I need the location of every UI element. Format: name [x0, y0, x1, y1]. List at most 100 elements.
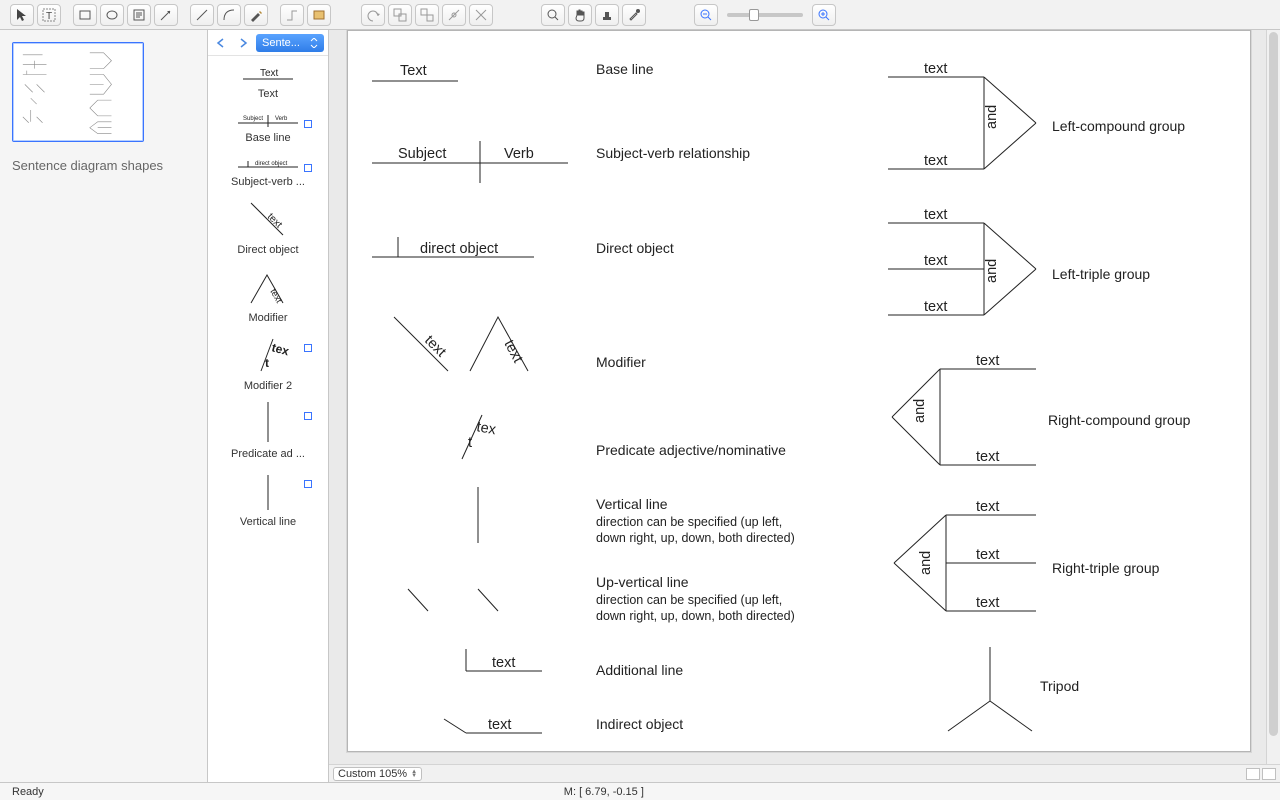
zoom-tool[interactable] — [541, 4, 565, 26]
svg-text:Direct object: Direct object — [596, 240, 674, 256]
svg-text:Additional line: Additional line — [596, 662, 683, 678]
svg-text:text: text — [500, 337, 525, 365]
page-thumbnail[interactable] — [12, 42, 144, 142]
svg-text:text: text — [976, 353, 999, 369]
group-button[interactable] — [388, 4, 412, 26]
shape-item-text[interactable]: Text Text — [208, 62, 328, 100]
shapes-back-button[interactable] — [212, 34, 230, 52]
svg-text:Left-compound group: Left-compound group — [1052, 118, 1185, 134]
svg-text:direct object: direct object — [255, 161, 288, 167]
shape-item-subjectverb[interactable]: direct object Subject-verb ... — [208, 150, 328, 188]
stamp-tool[interactable] — [307, 4, 331, 26]
arrow-tool[interactable] — [154, 4, 178, 26]
svg-text:Tripod: Tripod — [1040, 678, 1079, 694]
svg-text:text: text — [924, 299, 947, 315]
rect-tool[interactable] — [73, 4, 97, 26]
svg-text:text: text — [976, 547, 999, 563]
shape-label: Modifier — [248, 312, 287, 324]
status-ready: Ready — [12, 786, 44, 798]
svg-text:text: text — [924, 153, 947, 169]
zoom-out-button[interactable] — [694, 4, 718, 26]
note-tool[interactable] — [127, 4, 151, 26]
flip-button[interactable] — [469, 4, 493, 26]
horizontal-scroll-row: Custom 105% ▲▼ — [329, 764, 1280, 782]
svg-text:Verb: Verb — [504, 146, 534, 162]
vertical-scrollbar[interactable] — [1266, 30, 1280, 764]
shape-label: Direct object — [237, 244, 298, 256]
shape-label: Vertical line — [240, 516, 296, 528]
pen-tool[interactable] — [244, 4, 268, 26]
text-tool[interactable]: T — [37, 4, 61, 26]
chevron-updown-icon — [310, 38, 318, 48]
stamp2-tool[interactable] — [595, 4, 619, 26]
canvas-area[interactable]: Text Base line Subject Verb Subject-verb… — [329, 30, 1280, 764]
shapes-panel: Sente... Text Text SubjectVerb Base line… — [208, 30, 329, 782]
shape-item-baseline[interactable]: SubjectVerb Base line — [208, 106, 328, 144]
shape-item-vline[interactable]: Vertical line — [208, 466, 328, 528]
shape-item-predicate[interactable]: Predicate ad ... — [208, 398, 328, 460]
svg-text:T: T — [46, 11, 52, 22]
svg-text:tex: tex — [475, 419, 498, 438]
svg-text:and: and — [918, 551, 934, 575]
svg-text:Subject: Subject — [243, 116, 263, 122]
zoom-level-label: Custom 105% — [338, 768, 407, 780]
shape-label: Text — [258, 88, 278, 100]
svg-text:text: text — [488, 717, 511, 733]
main-toolbar: T — [0, 0, 1280, 30]
shape-item-modifier[interactable]: text Modifier — [208, 262, 328, 324]
hand-tool[interactable] — [568, 4, 592, 26]
svg-text:text: text — [976, 595, 999, 611]
svg-text:Predicate adjective/nominative: Predicate adjective/nominative — [596, 442, 786, 458]
svg-text:text: text — [976, 499, 999, 515]
shape-item-modifier2[interactable]: text Modifier 2 — [208, 330, 328, 392]
shape-label: Modifier 2 — [244, 380, 292, 392]
svg-text:Subject-verb relationship: Subject-verb relationship — [596, 145, 750, 161]
svg-text:Subject: Subject — [398, 146, 446, 162]
eyedropper-tool[interactable] — [622, 4, 646, 26]
view-mode-1[interactable] — [1246, 768, 1260, 780]
svg-text:Vertical line: Vertical line — [596, 496, 668, 512]
shape-item-directobject[interactable]: text Direct object — [208, 194, 328, 256]
canvas-page[interactable]: Text Base line Subject Verb Subject-verb… — [347, 30, 1251, 752]
svg-text:text: text — [924, 61, 947, 77]
svg-text:text: text — [265, 211, 284, 230]
svg-text:text: text — [924, 207, 947, 223]
svg-text:tex: tex — [270, 340, 291, 358]
align-button[interactable] — [442, 4, 466, 26]
svg-text:and: and — [984, 259, 1000, 283]
svg-text:Text: Text — [260, 68, 279, 79]
zoom-level-dropdown[interactable]: Custom 105% ▲▼ — [333, 767, 422, 781]
svg-text:text: text — [924, 253, 947, 269]
svg-text:Up-vertical line: Up-vertical line — [596, 574, 689, 590]
svg-text:text: text — [421, 333, 449, 361]
svg-text:direction can be specified (up: direction can be specified (up left,down… — [596, 515, 795, 545]
svg-text:direct object: direct object — [420, 241, 498, 257]
curve-tool[interactable] — [217, 4, 241, 26]
zoom-in-button[interactable] — [812, 4, 836, 26]
svg-text:text: text — [976, 449, 999, 465]
svg-text:Indirect object: Indirect object — [596, 716, 683, 732]
svg-text:t: t — [468, 435, 472, 451]
svg-text:Right-compound group: Right-compound group — [1048, 412, 1191, 428]
line-tool[interactable] — [190, 4, 214, 26]
svg-text:and: and — [984, 105, 1000, 129]
shapes-forward-button[interactable] — [234, 34, 252, 52]
status-mouse-coords: M: [ 6.79, -0.15 ] — [564, 786, 644, 798]
horizontal-scrollbar[interactable] — [428, 768, 1240, 780]
shapes-library-dropdown[interactable]: Sente... — [256, 34, 324, 52]
ellipse-tool[interactable] — [100, 4, 124, 26]
pages-panel: Sentence diagram shapes — [0, 30, 208, 782]
svg-text:Modifier: Modifier — [596, 354, 646, 370]
svg-text:and: and — [912, 399, 928, 423]
zoom-slider[interactable] — [727, 13, 803, 17]
pointer-tool[interactable] — [10, 4, 34, 26]
svg-text:t: t — [265, 356, 269, 370]
canvas-column: Text Base line Subject Verb Subject-verb… — [329, 30, 1280, 782]
undo-button[interactable] — [361, 4, 385, 26]
svg-text:text: text — [268, 287, 284, 305]
connector-tool[interactable] — [280, 4, 304, 26]
page-caption: Sentence diagram shapes — [12, 158, 195, 173]
view-mode-2[interactable] — [1262, 768, 1276, 780]
ungroup-button[interactable] — [415, 4, 439, 26]
svg-text:Right-triple group: Right-triple group — [1052, 560, 1160, 576]
